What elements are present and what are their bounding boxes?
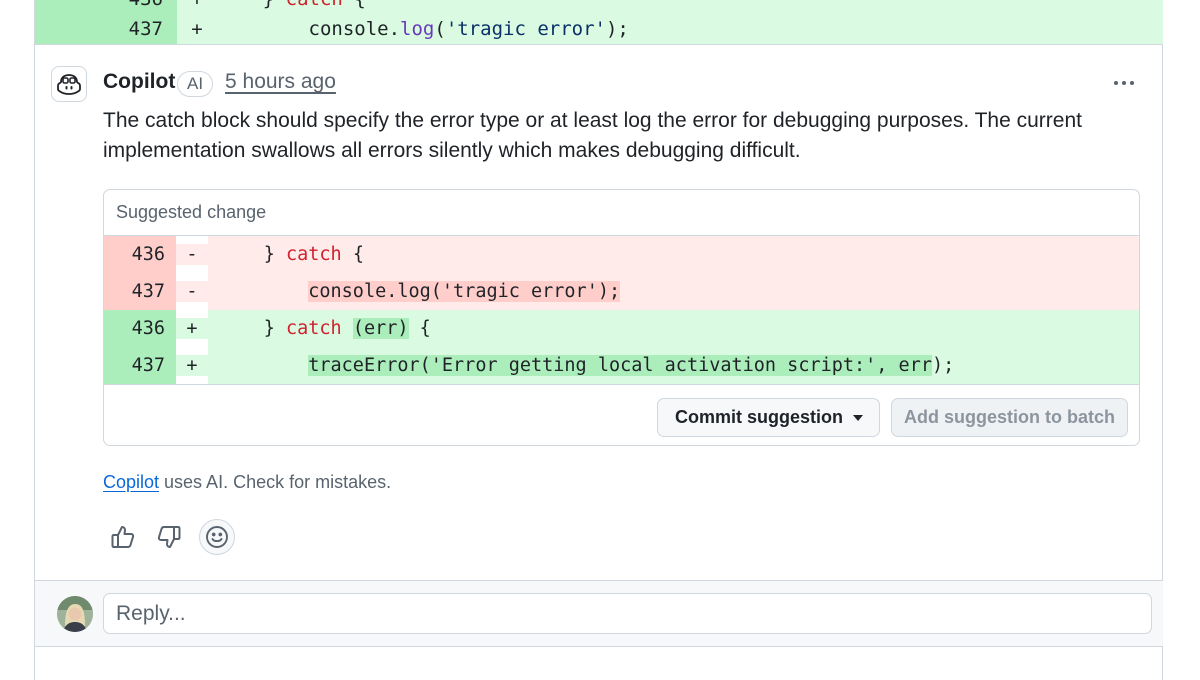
keyword: catch xyxy=(286,0,343,10)
diff-marker: + xyxy=(176,318,208,339)
diff-marker: + xyxy=(177,0,217,10)
suggested-change-title: Suggested change xyxy=(104,190,1139,236)
brace: { xyxy=(354,0,365,10)
copilot-avatar[interactable] xyxy=(51,66,87,102)
copilot-link[interactable]: Copilot xyxy=(103,472,159,492)
diff-line-437: 437 + console. log('tragic error'); xyxy=(35,10,1163,44)
commit-suggestion-button[interactable]: Commit suggestion xyxy=(657,398,880,437)
removed-token: console.log('tragic error'); xyxy=(308,281,621,302)
code-token: console. xyxy=(217,17,401,40)
caret-down-icon[interactable] xyxy=(853,415,863,421)
added-line: 437 + traceError('Error getting local ac… xyxy=(104,347,1139,384)
comment-author[interactable]: Copilot xyxy=(103,70,175,94)
line-code: console.log('tragic error'); xyxy=(208,273,1139,310)
keyword: catch xyxy=(285,318,342,339)
line-number: 436 xyxy=(104,310,176,347)
add-to-batch-button: Add suggestion to batch xyxy=(891,398,1128,437)
code-token: ( xyxy=(434,17,446,40)
brace: { xyxy=(419,318,431,339)
line-code: } catch { xyxy=(208,236,1139,273)
thumbs-up-icon[interactable] xyxy=(105,519,141,555)
removed-line: 437 - console.log('tragic error'); xyxy=(104,273,1139,310)
brace: { xyxy=(352,244,364,265)
copilot-icon xyxy=(57,74,81,95)
line-number: 437 xyxy=(35,10,177,44)
line-number: 437 xyxy=(104,347,176,384)
code-token: ); xyxy=(931,355,955,376)
diff-marker: + xyxy=(176,355,208,376)
added-line: 436 + } catch (err) { xyxy=(104,310,1139,347)
string-token: 'tragic error' xyxy=(445,17,606,40)
ai-disclaimer: Copilot uses AI. Check for mistakes. xyxy=(103,472,391,493)
diff-marker: - xyxy=(176,244,208,265)
reply-input[interactable] xyxy=(103,593,1152,634)
line-number: 436 xyxy=(104,236,176,273)
comment-body: The catch block should specify the error… xyxy=(103,109,1082,162)
brace: } xyxy=(263,244,275,265)
line-code: } catch (err) { xyxy=(208,310,1139,347)
line-number: 437 xyxy=(104,273,176,310)
suggestion-actions: Commit suggestion Add suggestion to batc… xyxy=(104,384,1139,445)
ai-disclaimer-text: uses AI. Check for mistakes. xyxy=(159,472,392,492)
diff-marker: - xyxy=(176,281,208,302)
brace: } xyxy=(263,318,275,339)
line-code: + console. log('tragic error'); xyxy=(177,10,1163,44)
thumbs-down-icon[interactable] xyxy=(151,519,187,555)
more-options-icon[interactable] xyxy=(1108,70,1140,96)
keyword: catch xyxy=(285,244,342,265)
diff-context: 436 + } catch { 437 + console.log('tragi… xyxy=(35,0,1163,45)
avatar[interactable] xyxy=(57,596,93,632)
code-token: ); xyxy=(605,17,629,40)
smiley-icon[interactable] xyxy=(199,519,235,555)
removed-line: 436 - } catch { xyxy=(104,236,1139,273)
diff-marker: + xyxy=(191,17,203,40)
comment-timestamp[interactable]: 5 hours ago xyxy=(225,70,336,94)
commit-suggestion-label: Commit suggestion xyxy=(675,407,844,427)
function-token: log xyxy=(400,17,435,40)
ai-badge: AI xyxy=(177,71,214,97)
line-code: traceError('Error getting local activati… xyxy=(208,347,1139,384)
added-token: (err) xyxy=(352,318,409,339)
added-token: traceError('Error getting local activati… xyxy=(308,355,932,376)
suggested-change: Suggested change 436 - } catch { 437 - c… xyxy=(103,189,1140,446)
